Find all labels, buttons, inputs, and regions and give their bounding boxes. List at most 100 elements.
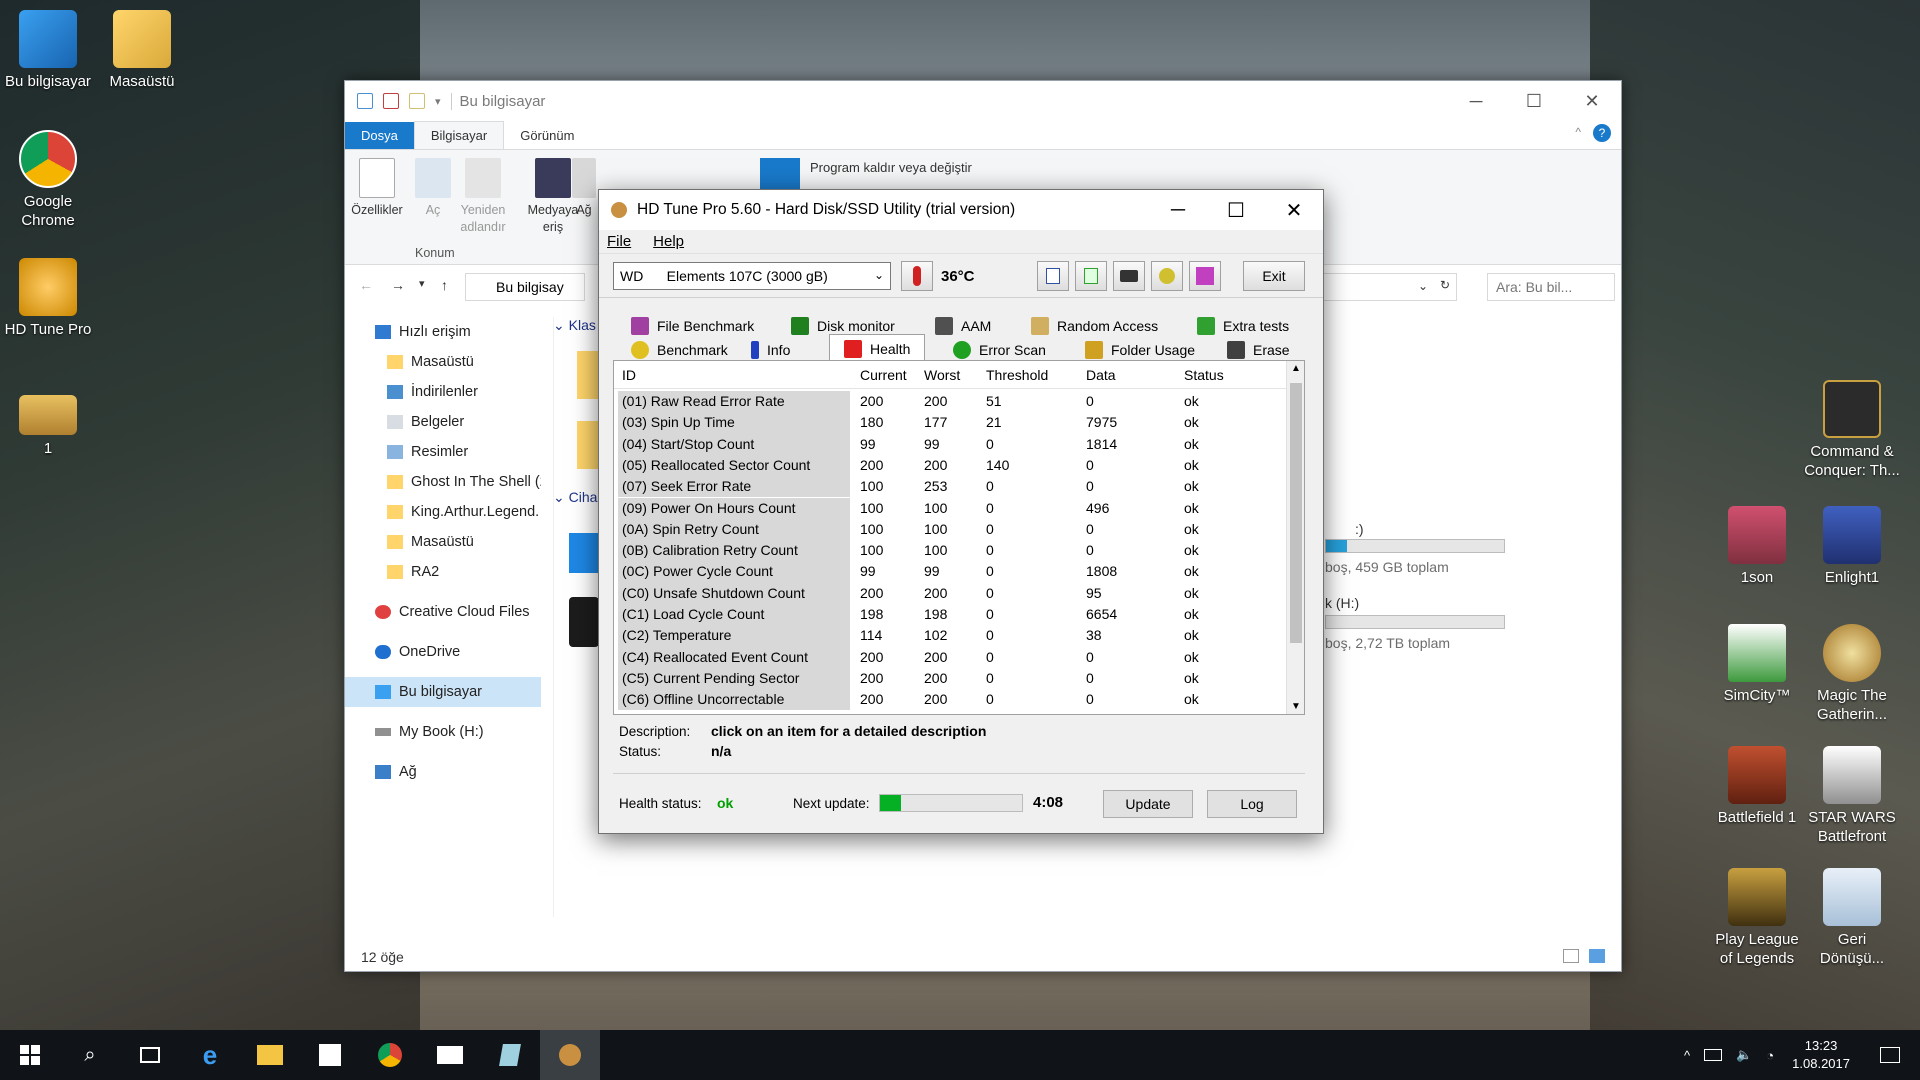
nav-desktop-2[interactable]: Masaüstü [345,527,541,557]
tab-health[interactable]: Health [829,334,926,362]
tab-view[interactable]: Görünüm [504,122,590,149]
tab-random-access[interactable]: Random Access [1031,314,1158,338]
nav-this-pc[interactable]: Bu bilgisayar [345,677,541,707]
tab-extra-tests[interactable]: Extra tests [1197,314,1289,338]
taskbar-chrome[interactable] [360,1030,420,1080]
nav-pictures[interactable]: Resimler [345,437,541,467]
section-folders[interactable]: ⌄ Klas [553,317,596,334]
table-row[interactable]: (01) Raw Read Error Rate 200 200 51 0 ok [614,391,1286,413]
tab-error-scan[interactable]: Error Scan [953,338,1046,362]
desktop-icon-1son[interactable]: 1son [1709,506,1805,587]
tab-benchmark[interactable]: Benchmark [631,338,728,362]
taskbar-store[interactable] [300,1030,360,1080]
collapse-ribbon-icon[interactable]: ^ [1575,125,1581,139]
close-button[interactable]: ✕ [1563,81,1621,121]
desktop-icon-enlight1[interactable]: Enlight1 [1804,506,1900,587]
copy-text-icon[interactable] [1037,261,1069,291]
col-worst[interactable]: Worst [924,367,960,383]
nav-ghost-in-the-shell[interactable]: Ghost In The Shell (2 [345,467,541,497]
nav-king-arthur[interactable]: King.Arthur.Legend. [345,497,541,527]
tab-file[interactable]: Dosya [345,122,414,149]
drive-c-label[interactable]: :) [1355,521,1364,537]
menu-help[interactable]: Help [653,233,684,250]
start-button[interactable] [0,1030,60,1080]
tab-computer[interactable]: Bilgisayar [413,121,505,149]
nav-quick-access[interactable]: Hızlı erişim [345,317,541,347]
col-status[interactable]: Status [1184,367,1224,383]
exit-button[interactable]: Exit [1243,261,1305,291]
nav-downloads[interactable]: İndirilenler [345,377,541,407]
table-row[interactable]: (C1) Load Cycle Count 198 198 0 6654 ok [614,604,1286,626]
uninstall-program-link[interactable]: Program kaldır veya değiştir [810,160,972,175]
table-row[interactable]: (0B) Calibration Retry Count 100 100 0 0 ok [614,540,1286,562]
tab-erase[interactable]: Erase [1227,338,1290,362]
table-row[interactable]: (C6) Offline Uncorrectable 200 200 0 0 ok [614,689,1286,711]
rename-button[interactable]: Yeniden adlandır [455,158,511,236]
log-button[interactable]: Log [1207,790,1297,818]
task-view-button[interactable] [120,1030,180,1080]
action-center-icon[interactable] [1880,1047,1900,1063]
tray-overflow-icon[interactable]: ^ [1684,1048,1690,1063]
open-button[interactable]: Aç [405,158,461,219]
desktop-icon-desktop[interactable]: Masaüstü [94,10,190,91]
table-row[interactable]: (0C) Power Cycle Count 99 99 0 1808 ok [614,561,1286,583]
external-drive-icon[interactable] [569,597,599,647]
desktop-icon-recycle-bin[interactable]: Geri Dönüşü... [1804,868,1900,968]
hdtune-maximize-button[interactable]: ☐ [1207,190,1265,230]
search-button[interactable]: ⌕ [60,1030,120,1080]
tab-file-benchmark[interactable]: File Benchmark [631,314,754,338]
update-button[interactable]: Update [1103,790,1193,818]
table-scrollbar[interactable]: ▲ ▼ [1286,361,1304,714]
desktop-icon-chrome[interactable]: Google Chrome [0,130,96,230]
properties-icon[interactable] [383,93,399,109]
taskbar-mail[interactable] [420,1030,480,1080]
nav-documents[interactable]: Belgeler [345,407,541,437]
large-icons-view-icon[interactable] [1589,949,1605,963]
scrollbar-thumb[interactable] [1290,383,1302,643]
refresh-icon[interactable]: ↻ [1440,278,1450,292]
chevron-down-icon[interactable]: ▾ [435,95,441,108]
table-row[interactable]: (C5) Current Pending Sector 200 200 0 0 ok [614,667,1286,690]
nav-onedrive[interactable]: OneDrive [345,637,541,667]
col-threshold[interactable]: Threshold [986,367,1048,383]
tab-folder-usage[interactable]: Folder Usage [1085,338,1195,362]
new-folder-icon[interactable] [409,93,425,109]
help-icon[interactable]: ? [1593,124,1611,142]
desktop-icon-starwars[interactable]: STAR WARS Battlefront [1804,746,1900,846]
menu-file[interactable]: File [607,233,631,250]
tab-info[interactable]: Info [751,338,790,362]
taskbar-hdtune[interactable] [540,1030,600,1080]
hdtune-minimize-button[interactable]: ─ [1149,190,1207,230]
network-button[interactable]: Ağ [569,158,599,219]
desktop-icon-magic[interactable]: Magic The Gatherin... [1804,624,1900,724]
forward-icon[interactable]: → [391,277,405,293]
section-devices[interactable]: ⌄ Ciha [553,489,597,506]
taskbar-explorer[interactable] [240,1030,300,1080]
hdtune-close-button[interactable]: ✕ [1265,190,1323,230]
screenshot-icon[interactable] [1113,261,1145,291]
desktop-icon-battlefield[interactable]: Battlefield 1 [1709,746,1805,827]
table-row[interactable]: (C0) Unsafe Shutdown Count 200 200 0 95 ok [614,582,1286,604]
taskbar-notes[interactable] [480,1030,540,1080]
recent-chevron-icon[interactable]: ▾ [419,277,425,290]
nav-creative-cloud[interactable]: Creative Cloud Files [345,597,541,627]
options-icon[interactable] [1151,261,1183,291]
scroll-up-icon[interactable]: ▲ [1291,363,1301,374]
wifi-icon[interactable]: ◔ [1766,1048,1774,1063]
col-current[interactable]: Current [860,367,907,383]
minimize-button[interactable]: ─ [1447,81,1505,121]
search-input[interactable]: Ara: Bu bil... [1487,273,1615,301]
windows-drive-icon[interactable] [569,533,599,573]
address-dropdown-icon[interactable]: ⌄ [1418,279,1428,293]
table-row[interactable]: (C4) Reallocated Event Count 200 200 0 0 ok [614,646,1286,668]
nav-my-book[interactable]: My Book (H:) [345,717,541,747]
back-icon[interactable]: ← [359,277,373,293]
table-row[interactable]: (09) Power On Hours Count 100 100 0 496 ok [614,497,1286,519]
nav-desktop[interactable]: Masaüstü [345,347,541,377]
nav-network[interactable]: Ağ [345,757,541,787]
properties-button[interactable]: Özellikler [349,158,405,219]
maximize-button[interactable]: ☐ [1505,81,1563,121]
table-row[interactable]: (03) Spin Up Time 180 177 21 7975 ok [614,412,1286,434]
details-view-icon[interactable] [1563,949,1579,963]
table-row[interactable]: (05) Reallocated Sector Count 200 200 140 0 o… [614,454,1286,477]
